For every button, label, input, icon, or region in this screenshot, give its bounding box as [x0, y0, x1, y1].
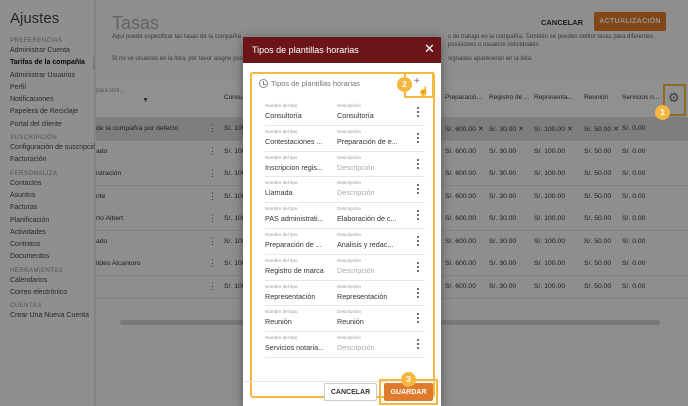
description-label: Descripción [337, 103, 361, 108]
name-label: Nombre del tipo [265, 231, 298, 237]
type-description-field[interactable]: Descripción [337, 266, 403, 275]
more-options-icon[interactable] [417, 313, 419, 325]
close-icon[interactable]: ✕ [424, 42, 435, 55]
type-name-field[interactable]: Servicios notaria... [265, 343, 331, 352]
template-type-row[interactable]: Nombre del tipo Inscripcion regis... Descr… [265, 152, 425, 178]
name-label: Nombre del tipo [265, 206, 298, 212]
dialog-header: Tipos de plantillas horarias ✕ [243, 37, 441, 63]
more-options-icon[interactable] [417, 210, 419, 222]
template-type-row[interactable]: Nombre del tipo Representación Descripción… [265, 281, 425, 307]
name-label: Nombre del tipo [265, 257, 298, 263]
type-description-field[interactable]: Representación [337, 292, 403, 301]
more-options-icon[interactable] [417, 158, 419, 171]
template-types-card: Tipos de plantillas horarias + ☝ Nombre … [250, 72, 435, 398]
dialog-cancel-button[interactable]: CANCELAR [324, 383, 377, 401]
name-label: Nombre del tipo [265, 180, 298, 186]
template-type-row[interactable]: Nombre del tipo Servicios notaria... Descr… [265, 332, 425, 358]
description-label: Descripción [337, 309, 361, 315]
type-name-field[interactable]: Preparación de ... [265, 240, 331, 249]
name-label: Nombre del tipo [265, 335, 298, 341]
template-types-list: Nombre del tipo Consultoría Descripción Con… [265, 100, 425, 358]
type-name-field[interactable]: Reunión [265, 317, 331, 326]
template-type-row[interactable]: Nombre del tipo Contestaciones ... Descrip… [265, 126, 425, 152]
description-label: Descripción [337, 231, 361, 237]
type-description-field[interactable]: Preparación de e... [337, 137, 403, 146]
step-badge-1: 1 [655, 105, 670, 120]
type-description-field[interactable]: Elaboración de c... [337, 214, 403, 223]
description-label: Descripción [337, 283, 361, 289]
more-options-icon[interactable] [417, 132, 419, 145]
more-options-icon[interactable] [417, 287, 419, 300]
type-name-field[interactable]: Inscripcion regis... [265, 163, 331, 172]
more-options-icon[interactable] [417, 235, 419, 248]
template-type-row[interactable]: Nombre del tipo Llamada Descripción Descrip… [265, 177, 425, 204]
description-label: Descripción [337, 128, 361, 134]
more-options-icon[interactable] [417, 261, 419, 274]
name-label: Nombre del tipo [265, 309, 298, 315]
type-name-field[interactable]: Representación [265, 292, 331, 301]
type-description-field[interactable]: Consultoría [337, 111, 403, 120]
template-type-row[interactable]: Nombre del tipo Consultoría Descripción Con… [265, 100, 425, 126]
template-type-row[interactable]: Nombre del tipo Preparación de ... Descrip… [265, 229, 425, 255]
name-label: Nombre del tipo [265, 128, 298, 134]
type-description-field[interactable]: Analisis y redac... [337, 240, 403, 249]
template-type-row[interactable]: Nombre del tipo Registro de marca Descripc… [265, 255, 425, 281]
description-label: Descripción [337, 206, 361, 212]
type-description-field[interactable]: Descripción [337, 188, 403, 197]
type-name-field[interactable]: PAS administrati... [265, 214, 331, 223]
clock-icon [259, 79, 268, 88]
template-type-row[interactable]: Nombre del tipo PAS administrati... Descri… [265, 203, 425, 229]
step-badge-3: 3 [401, 372, 416, 387]
name-label: Nombre del tipo [265, 283, 298, 289]
card-title: Tipos de plantillas horarias [271, 79, 360, 88]
name-label: Nombre del tipo [265, 154, 298, 160]
dialog-title: Tipos de plantillas horarias [252, 45, 359, 55]
type-name-field[interactable]: Llamada [265, 188, 331, 197]
type-description-field[interactable]: Reunión [337, 317, 403, 326]
name-label: Nombre del tipo [265, 103, 298, 108]
type-description-field[interactable]: Descripción [337, 163, 403, 172]
description-label: Descripción [337, 180, 361, 186]
more-options-icon[interactable] [417, 339, 419, 351]
step-badge-2: 2 [397, 77, 412, 92]
description-label: Descripción [337, 154, 361, 160]
description-label: Descripción [337, 257, 361, 263]
description-label: Descripción [337, 335, 361, 341]
more-options-icon[interactable] [417, 107, 419, 119]
more-options-icon[interactable] [417, 184, 419, 196]
type-name-field[interactable]: Consultoría [265, 111, 331, 120]
type-description-field[interactable]: Descripción [337, 343, 403, 352]
type-name-field[interactable]: Contestaciones ... [265, 137, 331, 146]
type-name-field[interactable]: Registro de marca [265, 266, 331, 275]
template-type-row[interactable]: Nombre del tipo Reunión Descripción Reunión [265, 306, 425, 333]
